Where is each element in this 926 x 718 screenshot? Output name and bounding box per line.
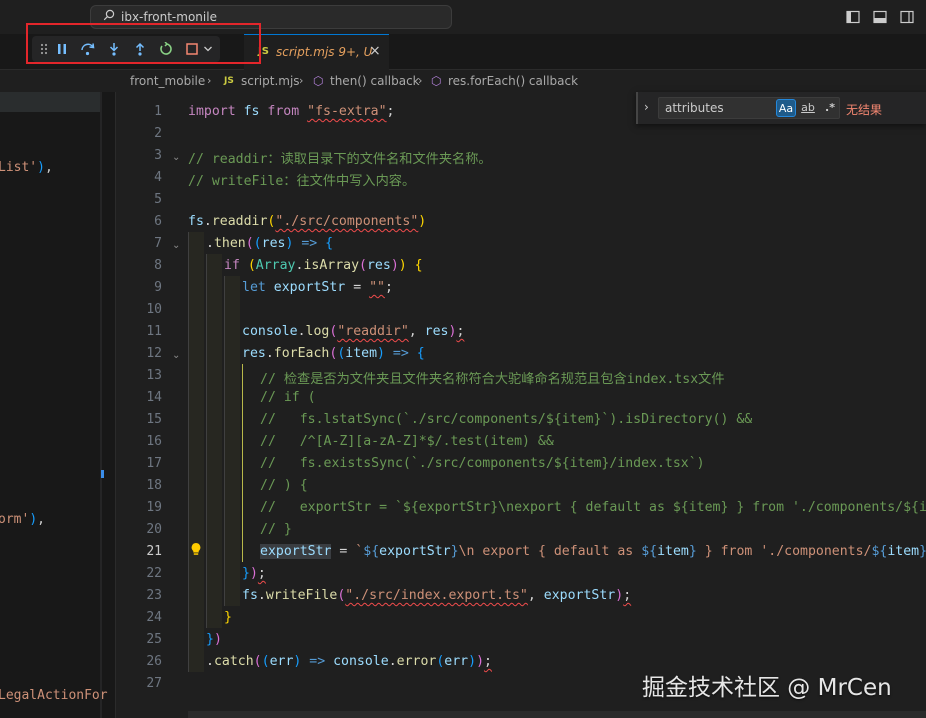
tab-problem-status: 9+, U [338,45,373,59]
code-line-12: res.forEach((item) => { [242,346,425,361]
lightbulb-icon[interactable] [190,542,202,556]
code-line-23: fs.writeFile("./src/index.export.ts", ex… [242,588,632,603]
line-number: 9 [154,280,162,295]
js-file-icon: JS [224,76,234,86]
code-line-13: // 检查是否为文件夹且文件夹名称符合大驼峰命名规范且包含index.tsx文件 [260,372,725,387]
workspace-name: ibx-front-monile [121,10,217,24]
code-line-20: // } [260,522,292,537]
breadcrumb-folder[interactable]: front_mobile [130,74,205,88]
whole-word-toggle[interactable]: ab [798,99,818,117]
code-line-19: // exportStr = `${exportStr}\nexport { d… [260,500,926,515]
scroll-marker [101,470,104,478]
watermark: 掘金技术社区 @ MrCen [642,675,892,701]
indent-guide [206,254,207,628]
indent-guide [188,232,189,672]
expand-replace-chevron-icon[interactable]: › [644,100,649,114]
code-line-3: // readdir：读取目录下的文件名和文件夹名称。 [188,152,492,167]
toggle-primary-sidebar-icon[interactable] [846,10,860,24]
line-number: 14 [146,390,162,405]
code-line-4: // writeFile：往文件中写入内容。 [188,174,416,189]
line-number: 3 [154,148,162,163]
find-widget: › Aa ab .* 无结果 [636,92,926,124]
code-line-26: .catch((err) => console.error(err)); [206,654,492,669]
active-indent-guide [242,364,243,562]
code-line-25: }) [206,632,222,647]
breadcrumb: front_mobile › JS script.mjs › ⬡ then() … [116,70,926,92]
search-icon [103,9,115,21]
line-number: 6 [154,214,162,229]
tab-script-mjs[interactable]: JS script.mjs 9+, U × [244,34,389,70]
toggle-panel-icon[interactable] [873,10,887,24]
toggle-secondary-sidebar-icon[interactable] [900,10,914,24]
line-number: 22 [146,566,162,581]
line-number: 27 [146,676,162,691]
line-number: 2 [154,126,162,141]
chevron-right-icon: › [207,74,212,87]
fold-chevron-icon[interactable]: ⌄ [172,152,180,163]
breadcrumb-symbol-then[interactable]: then() callback [330,74,420,88]
code-line-18: // ) { [260,478,308,493]
indent-guide [224,276,225,606]
sidebar-fragment-1: List'), [0,160,53,175]
line-number: 23 [146,588,162,603]
explorer-panel: List'), orm'), LegalActionFor [0,92,116,718]
line-number: 19 [146,500,162,515]
chevron-right-icon: › [418,74,423,87]
code-line-9: let exportStr = ""; [242,280,393,295]
line-number: 5 [154,192,162,207]
chevron-right-icon: › [299,74,304,87]
highlight-box [26,23,261,64]
match-case-toggle[interactable]: Aa [776,99,796,117]
symbol-method-icon: ⬡ [431,74,442,88]
horizontal-scrollbar[interactable] [188,711,926,718]
indent-highlight [206,254,222,628]
indent-highlight [224,276,240,606]
panel-scrollbar[interactable] [100,92,102,718]
line-number: 8 [154,258,162,273]
code-editor[interactable]: 1 2 3 4 5 6 7 8 9 10 11 12 13 14 15 16 17 18 19 20 21 22 23 24 2… [116,92,926,718]
line-number: 10 [146,302,162,317]
code-line-16: // /^[A-Z][a-zA-Z]*$/.test(item) && [260,434,554,449]
line-number: 17 [146,456,162,471]
fold-chevron-icon[interactable]: ⌄ [172,240,180,251]
code-line-22: }); [242,566,266,581]
tab-label: script.mjs 9+, U [276,45,373,59]
code-line-11: console.log("readdir", res); [242,324,465,339]
line-number: 20 [146,522,162,537]
line-number: 11 [146,324,162,339]
selected-row[interactable] [0,92,100,112]
code-line-8: if (Array.isArray(res)) { [224,258,423,273]
code-line-14: // if ( [260,390,316,405]
indent-highlight [188,232,204,672]
close-tab-icon[interactable]: × [369,43,381,59]
code-line-6: fs.readdir("./src/components") [188,214,427,229]
line-number: 15 [146,412,162,427]
symbol-method-icon: ⬡ [313,74,324,88]
code-line-17: // fs.existsSync(`./src/components/${ite… [260,456,705,471]
breadcrumb-symbol-foreach[interactable]: res.forEach() callback [448,74,578,88]
breadcrumb-file[interactable]: script.mjs [241,74,300,88]
find-result-status: 无结果 [846,103,883,117]
line-number: 25 [146,632,162,647]
line-number: 18 [146,478,162,493]
fold-chevron-icon[interactable]: ⌄ [172,350,180,361]
code-line-15: // fs.lstatSync(`./src/components/${item… [260,412,753,427]
line-number: 7 [154,236,162,251]
code-line-21: exportStr = `${exportStr}\n export { def… [260,544,926,559]
line-number: 13 [146,368,162,383]
code-line-1: import fs from "fs-extra"; [188,104,395,119]
line-number: 4 [154,170,162,185]
regex-toggle[interactable]: .* [820,99,840,117]
code-line-7: .then((res) => { [206,236,334,251]
sidebar-fragment-3: LegalActionFor [0,688,108,703]
line-number: 1 [154,104,162,119]
sidebar-fragment-2: orm'), [0,512,45,527]
line-number: 26 [146,654,162,669]
line-number: 21 [146,544,162,559]
line-number: 16 [146,434,162,449]
line-number: 24 [146,610,162,625]
code-line-24: } [224,610,232,625]
line-number: 12 [146,346,162,361]
